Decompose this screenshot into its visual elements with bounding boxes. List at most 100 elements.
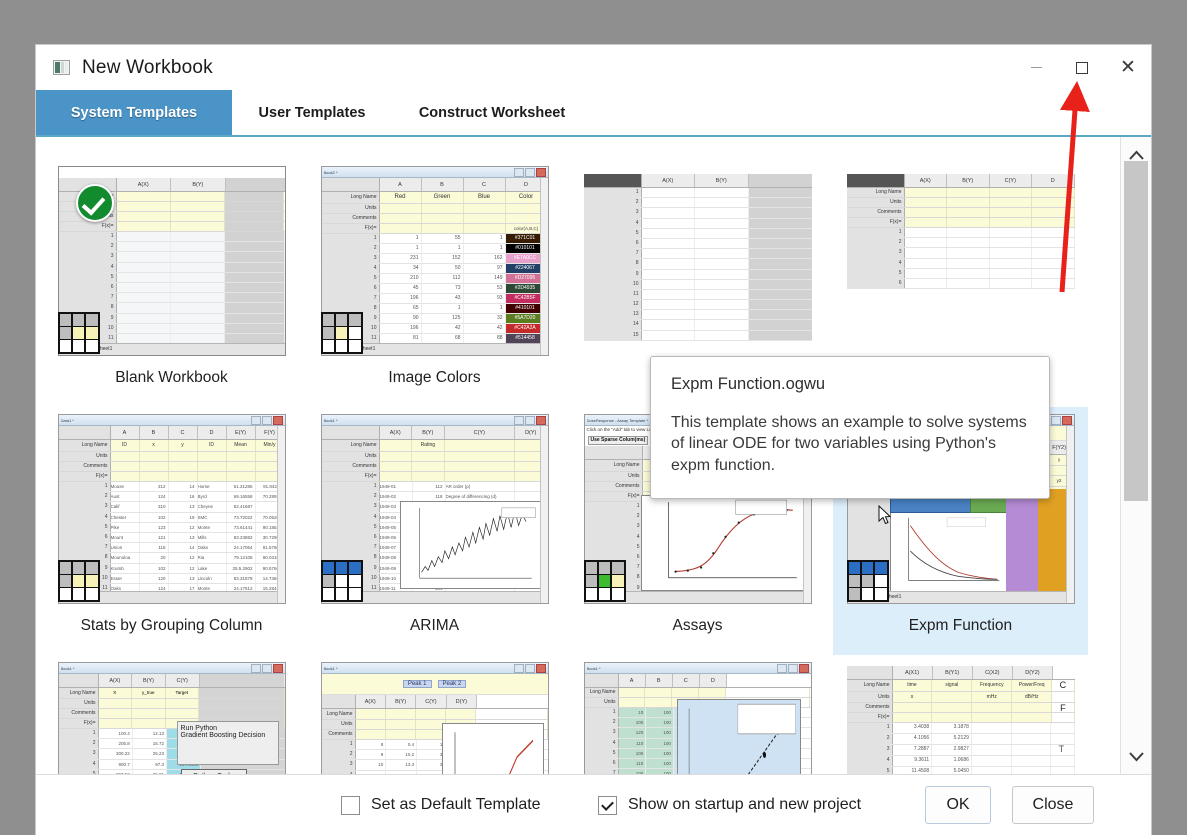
thumb-row: 11949-01112AR order (p)2 <box>322 482 548 492</box>
row-number: 6 <box>59 283 117 292</box>
template-item-run-python[interactable]: Book1 * A(X) B(Y) C(Y) Long Name X <box>44 655 299 774</box>
thumb-row: 11551#371C01 <box>322 234 548 244</box>
template-item-signal-processing[interactable]: A(X1) B(Y1) C(X2) D(Y2) Long Name time s… <box>833 655 1088 774</box>
minimize-button[interactable] <box>1013 45 1059 90</box>
maximize-button[interactable] <box>1059 45 1105 90</box>
thumb-cell: 9 <box>356 750 387 759</box>
thumb-cell <box>972 756 1012 766</box>
meta-label: Long Name <box>322 192 380 203</box>
thumb-cell: Pike <box>111 523 140 532</box>
row-number: 14 <box>584 320 642 329</box>
tab-system-templates[interactable]: System Templates <box>36 90 232 135</box>
thumb-row: 4Chester10219SMC73.7202270.05202 <box>59 513 285 523</box>
thumb-cell: 10 <box>619 708 647 717</box>
show-on-startup-checkbox[interactable]: Show on startup and new project <box>598 796 861 815</box>
scroll-down-button[interactable] <box>1121 738 1151 774</box>
template-item-linear-fit[interactable]: Book1 * ABCD Long Name Units 11010011000… <box>570 655 825 774</box>
close-footer-button[interactable]: Close <box>1012 786 1094 824</box>
meta-label: Units <box>847 692 893 702</box>
checkbox-box[interactable] <box>598 796 617 815</box>
unit: dB/Hz <box>1012 692 1052 702</box>
thumb-row: 2 <box>847 238 1075 248</box>
thumb-cell <box>642 259 696 268</box>
thumb-cell: 123 <box>140 523 169 532</box>
tab-construct-worksheet[interactable]: Construct Worksheet <box>392 90 592 135</box>
row-number: 15 <box>584 331 642 340</box>
assays-chart <box>641 495 806 591</box>
thumb-cell: 13.3 <box>386 760 417 769</box>
thumb-cell: 118 <box>413 492 446 501</box>
meta-label: F(x)= <box>322 224 380 233</box>
row-number: 2 <box>59 492 111 501</box>
tab-user-templates[interactable]: User Templates <box>232 90 392 135</box>
template-item-stats-by-grouping-column[interactable]: Data1 * A B C D E(Y) F(Y) <box>44 407 299 655</box>
ok-button[interactable]: OK <box>925 786 991 824</box>
thumb-row: 6Mount12113Mills83.2388230.72984 <box>59 533 285 543</box>
close-button[interactable]: ✕ <box>1105 45 1151 90</box>
column-header: B <box>140 426 169 439</box>
thumb-cell <box>905 259 948 268</box>
thumb-cell: 12 <box>169 523 198 532</box>
long-name: y <box>169 440 198 451</box>
thumb-cell <box>990 269 1033 278</box>
peak-button[interactable]: Peak 2 <box>438 680 467 688</box>
thumb-cell <box>947 269 990 278</box>
thumb-cell: 121 <box>140 533 169 542</box>
column-header: A(X1) <box>893 666 933 679</box>
thumb-cell: 900.7 <box>99 760 133 769</box>
thumb-row: 15 <box>584 331 812 341</box>
thumbnail-blank-workbook: A(X) B(Y) Long Name Units Comments F(x)=… <box>58 166 286 356</box>
assay-button[interactable]: Use Sparse Colum(ms) <box>588 436 649 445</box>
row-number: 3 <box>585 728 619 737</box>
thumb-row: 5210112149#D27095 <box>322 274 548 284</box>
thumb-cell: 1 <box>464 244 506 253</box>
thumb-cell: 3.4038 <box>893 723 933 733</box>
thumb-cell <box>642 188 696 197</box>
checkbox-label: Show on startup and new project <box>628 796 861 814</box>
thumb-cell <box>990 228 1033 237</box>
thumb-cell: 149 <box>464 274 506 283</box>
thumb-cell: 73 <box>422 284 464 293</box>
thumb-cell: 12 <box>169 553 198 562</box>
peak-button[interactable]: Peak 1 <box>403 680 432 688</box>
row-number: 3 <box>847 248 905 257</box>
meta-label: F(x)= <box>59 222 117 231</box>
long-name: y_true <box>132 688 166 698</box>
side-letter <box>1051 767 1074 774</box>
thumb-cell <box>1012 723 1052 733</box>
dialog-footer: Set as Default Template Show on startup … <box>36 774 1151 835</box>
meta-label: Comments <box>59 462 111 471</box>
column-header: D(Y2) <box>1013 666 1053 679</box>
thumb-cell <box>947 259 990 268</box>
template-label: Assays <box>673 617 723 635</box>
thumb-cell: 120 <box>619 728 647 737</box>
tooltip-body: This template shows an example to solve … <box>671 412 1029 476</box>
thumb-cell: Esser <box>111 574 140 583</box>
set-default-template-checkbox[interactable]: Set as Default Template <box>341 796 541 815</box>
thumb-cell <box>749 300 812 309</box>
thumb-cell: Byrd <box>198 492 227 501</box>
column-header: A <box>111 426 140 439</box>
thumb-cell: 73.61441 <box>227 523 256 532</box>
thumb-cell: Krumb <box>111 564 140 573</box>
thumb-cell <box>642 239 696 248</box>
checkbox-box[interactable] <box>341 796 360 815</box>
template-item-image-colors[interactable]: Book2 * A B C D Long Name <box>307 159 562 407</box>
template-item-blank-workbook[interactable]: A(X) B(Y) Long Name Units Comments F(x)=… <box>44 159 299 407</box>
thumb-cell: Mounoloa <box>111 553 140 562</box>
scrollbar-thumb[interactable] <box>1124 161 1148 501</box>
row-number: 4 <box>59 760 99 769</box>
thumb-cell: 8 <box>356 740 387 749</box>
gallery-scrollbar[interactable] <box>1120 137 1151 774</box>
row-number: 9 <box>584 270 642 279</box>
long-name: ID <box>198 440 227 451</box>
thumb-cell <box>972 734 1012 744</box>
thumb-cell: AR order (p) <box>446 482 515 491</box>
thumb-cell: Mouse <box>111 482 140 491</box>
template-item-peak-analysis[interactable]: Book1 * Peak 1 Peak 2 A(X) B(Y) C(Y) D(Y… <box>307 655 562 774</box>
thumbnail-peak-analysis: Book1 * Peak 1 Peak 2 A(X) B(Y) C(Y) D(Y… <box>321 662 549 774</box>
long-name: Mean <box>227 440 256 451</box>
thumb-cell <box>695 310 749 319</box>
template-item-arima[interactable]: Book1 * A(X) B(Y) C(Y) D(Y) Long NameRat… <box>307 407 562 655</box>
thumb-cell <box>1032 279 1075 288</box>
